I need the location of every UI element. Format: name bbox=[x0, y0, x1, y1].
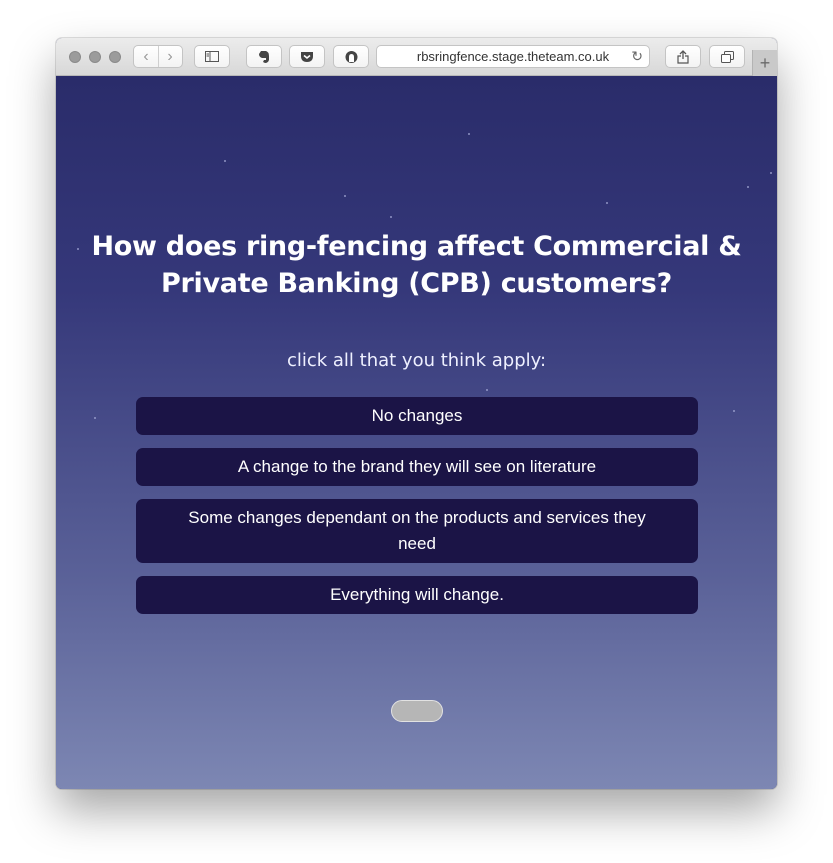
ghostery-button[interactable] bbox=[333, 45, 369, 68]
star-decoration bbox=[390, 216, 392, 218]
page-content: How does ring-fencing affect Commercial … bbox=[56, 76, 777, 789]
ghostery-icon bbox=[345, 50, 357, 63]
tabs-overview-button[interactable] bbox=[709, 45, 745, 68]
answer-option-brand-change[interactable]: A change to the brand they will see on l… bbox=[136, 448, 698, 486]
answer-option-label: A change to the brand they will see on l… bbox=[237, 457, 597, 476]
close-window-button[interactable] bbox=[69, 51, 81, 63]
answer-option-label: Some changes dependant on the products a… bbox=[188, 508, 646, 553]
answer-option-label: Everything will change. bbox=[330, 585, 504, 604]
navigation-buttons: ‹ › bbox=[133, 45, 183, 68]
address-bar[interactable]: rbsringfence.stage.theteam.co.uk ↻ bbox=[376, 45, 650, 68]
back-icon[interactable]: ‹ bbox=[135, 46, 158, 67]
forward-icon[interactable]: › bbox=[157, 46, 182, 67]
reload-icon[interactable]: ↻ bbox=[631, 48, 643, 65]
evernote-button[interactable] bbox=[246, 45, 282, 68]
browser-toolbar: ‹ › rbsringfence.stage.theteam.co.uk ↻ + bbox=[56, 38, 777, 76]
star-decoration bbox=[344, 195, 346, 197]
question-heading: How does ring-fencing affect Commercial … bbox=[91, 231, 742, 299]
star-decoration bbox=[486, 389, 488, 391]
new-tab-icon[interactable]: + bbox=[752, 50, 777, 76]
evernote-icon bbox=[258, 50, 269, 63]
instruction-text: click all that you think apply: bbox=[286, 350, 547, 371]
minimize-window-button[interactable] bbox=[89, 51, 101, 63]
answer-option-some-changes[interactable]: Some changes dependant on the products a… bbox=[136, 499, 698, 563]
sidebar-icon bbox=[205, 51, 219, 62]
answer-option-no-changes[interactable]: No changes bbox=[136, 397, 698, 435]
star-decoration bbox=[770, 172, 772, 174]
answer-option-everything-changes[interactable]: Everything will change. bbox=[136, 576, 698, 614]
star-decoration bbox=[77, 248, 79, 250]
star-decoration bbox=[733, 410, 735, 412]
star-decoration bbox=[606, 202, 608, 204]
star-decoration bbox=[468, 133, 470, 135]
star-decoration bbox=[224, 160, 226, 162]
sidebar-button[interactable] bbox=[194, 45, 230, 68]
browser-window: ‹ › rbsringfence.stage.theteam.co.uk ↻ + bbox=[56, 38, 777, 789]
pocket-button[interactable] bbox=[289, 45, 325, 68]
star-decoration bbox=[94, 417, 96, 419]
star-decoration bbox=[747, 186, 749, 188]
share-button[interactable] bbox=[665, 45, 701, 68]
zoom-window-button[interactable] bbox=[109, 51, 121, 63]
pocket-icon bbox=[301, 51, 313, 62]
tabs-icon bbox=[720, 50, 734, 63]
url-text: rbsringfence.stage.theteam.co.uk bbox=[416, 49, 610, 64]
submit-button[interactable] bbox=[391, 700, 443, 722]
share-icon bbox=[677, 49, 689, 64]
answer-option-label: No changes bbox=[371, 406, 463, 425]
